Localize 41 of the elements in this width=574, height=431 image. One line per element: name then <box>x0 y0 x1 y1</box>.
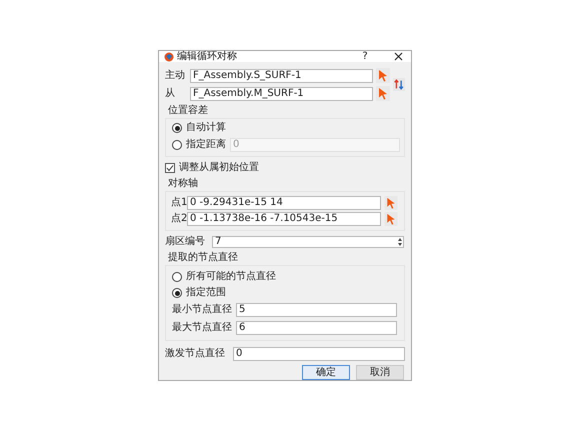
sector-spinbox[interactable]: 7 <box>212 236 404 248</box>
radio-button[interactable] <box>172 140 182 150</box>
cursor-pick-icon[interactable] <box>376 86 390 101</box>
spinner-arrows-icon[interactable] <box>397 237 403 247</box>
close-icon[interactable] <box>394 52 403 61</box>
diameter-field[interactable]: 5 <box>236 303 397 317</box>
group-title: 位置容差 <box>168 106 209 116</box>
ok-button[interactable]: 确定 <box>302 365 350 380</box>
point-label: 点2 <box>171 214 184 224</box>
swap-icon[interactable] <box>393 77 405 92</box>
surface-label: 从 <box>165 88 176 98</box>
checkbox-label: 调整从属初始位置 <box>179 163 259 173</box>
field-label: 最大节点直径 <box>172 323 233 333</box>
point-field[interactable]: 0 -1.13738e-16 -7.10543e-15 <box>187 212 381 226</box>
field-label: 激发节点直径 <box>165 349 226 359</box>
radio-label: 指定距离 <box>186 140 226 150</box>
diameter-field[interactable]: 6 <box>236 321 397 335</box>
radio-label: 所有可能的节点直径 <box>186 272 276 282</box>
point-field[interactable]: 0 -9.29431e-15 14 <box>187 196 381 210</box>
surface-label: 主动 <box>165 70 186 80</box>
cursor-pick-icon[interactable] <box>384 212 398 226</box>
field-label: 扇区编号 <box>165 237 206 247</box>
field-label: 最小节点直径 <box>172 305 233 315</box>
cursor-pick-icon[interactable] <box>376 68 390 83</box>
radio-button[interactable] <box>172 123 182 133</box>
group-title: 对称轴 <box>168 179 199 189</box>
point-label: 点1 <box>171 198 184 208</box>
app-logo-icon <box>164 52 174 62</box>
excitation-field[interactable]: 0 <box>233 347 405 361</box>
cursor-pick-icon[interactable] <box>384 196 398 210</box>
radio-label: 指定范围 <box>186 288 226 298</box>
surface-field[interactable]: F_Assembly.M_SURF-1 <box>190 86 373 100</box>
window-title: 编辑循环对称 <box>177 52 237 62</box>
radio-button[interactable] <box>172 288 182 298</box>
radio-button[interactable] <box>172 272 182 282</box>
cancel-button[interactable]: 取消 <box>356 365 404 380</box>
radio-label: 自动计算 <box>186 123 226 133</box>
surface-field[interactable]: F_Assembly.S_SURF-1 <box>190 68 373 82</box>
checkbox[interactable] <box>165 163 175 173</box>
help-button[interactable]: ? <box>355 52 375 62</box>
group-title: 提取的节点直径 <box>168 253 239 263</box>
